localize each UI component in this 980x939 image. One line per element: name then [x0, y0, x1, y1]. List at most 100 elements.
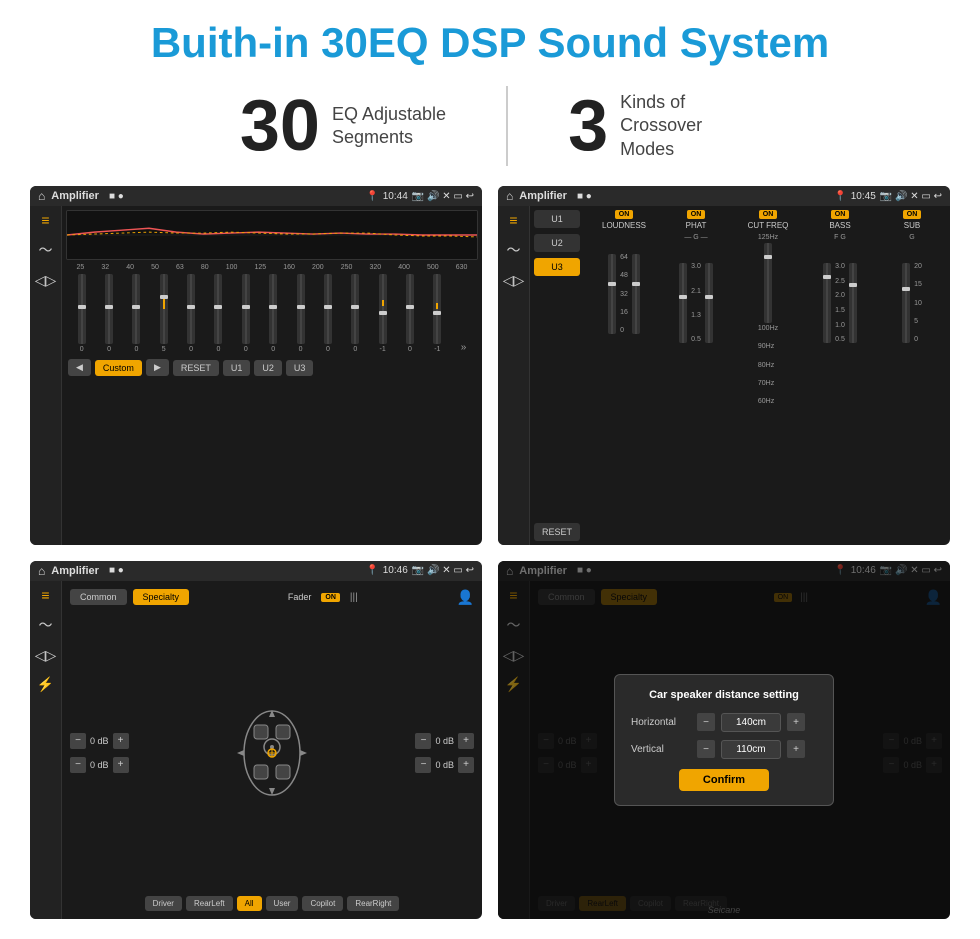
- eq-slider-13[interactable]: [406, 274, 414, 344]
- db-value-rr: 0 dB: [435, 760, 454, 770]
- preset-u3[interactable]: U3: [534, 258, 580, 276]
- u3-button[interactable]: U3: [286, 360, 314, 376]
- preset-u1[interactable]: U1: [534, 210, 580, 228]
- sub-sliders: 20151050: [902, 243, 922, 343]
- sub-slider[interactable]: [902, 263, 910, 343]
- volume-icon[interactable]: ◁▷: [35, 272, 57, 289]
- screen3-right-icons: 📍 10:46 📷 🔊 ✕ ▭ ↩: [366, 565, 474, 576]
- distance-dialog: Car speaker distance setting Horizontal …: [614, 674, 834, 806]
- eq-slider-4[interactable]: [160, 274, 168, 344]
- eq-slider-12[interactable]: [379, 274, 387, 344]
- wave-icon-2[interactable]: 〜: [507, 240, 521, 260]
- wave-icon-3[interactable]: 〜: [39, 615, 53, 635]
- vertical-minus[interactable]: −: [697, 740, 715, 758]
- dialog-title: Car speaker distance setting: [631, 689, 817, 701]
- volume-icon-3[interactable]: ◁▷: [35, 647, 57, 664]
- horizontal-plus[interactable]: +: [787, 713, 805, 731]
- spk-user[interactable]: User: [266, 896, 299, 911]
- phat-sliders: 3.02.11.30.5: [679, 243, 713, 343]
- spk-driver[interactable]: Driver: [145, 896, 182, 911]
- preset-u2[interactable]: U2: [534, 234, 580, 252]
- db-minus-rl[interactable]: −: [70, 757, 86, 773]
- cutfreq-slider[interactable]: [764, 243, 772, 323]
- vertical-label: Vertical: [631, 744, 691, 755]
- db-minus-rr[interactable]: −: [415, 757, 431, 773]
- u1-button[interactable]: U1: [223, 360, 251, 376]
- eq-slider-11[interactable]: [351, 274, 359, 344]
- right-db-controls: − 0 dB + − 0 dB +: [415, 733, 474, 773]
- screen3-statusbar: ⌂ Amplifier ■ ● 📍 10:46 📷 🔊 ✕ ▭ ↩: [30, 561, 482, 581]
- eq-icon-3[interactable]: ≡: [41, 587, 49, 603]
- reset-btn-2[interactable]: RESET: [534, 523, 580, 541]
- eq-slider-5[interactable]: [187, 274, 195, 344]
- phat-slider-l[interactable]: [679, 263, 687, 343]
- page-title: Buith-in 30EQ DSP Sound System: [151, 20, 829, 66]
- screen1-icons: ■ ●: [109, 191, 124, 202]
- eq-slider-7[interactable]: [242, 274, 250, 344]
- spk-rearleft[interactable]: RearLeft: [186, 896, 233, 911]
- home-icon-2[interactable]: ⌂: [506, 189, 513, 203]
- person-icon: 👤: [457, 589, 474, 606]
- eq-slider-3[interactable]: [132, 274, 140, 344]
- prev-button[interactable]: ◀: [68, 359, 91, 376]
- cutfreq-on: ON: [759, 210, 778, 219]
- db-minus-fr[interactable]: −: [415, 733, 431, 749]
- db-plus-fr[interactable]: +: [458, 733, 474, 749]
- db-minus-fl[interactable]: −: [70, 733, 86, 749]
- custom-button[interactable]: Custom: [95, 360, 142, 376]
- screen-eq: ⌂ Amplifier ■ ● 📍 10:44 📷 🔊 ✕ ▭ ↩ ≡ 〜 ◁▷: [30, 186, 482, 544]
- eq-slider-8[interactable]: [269, 274, 277, 344]
- screen1-statusbar: ⌂ Amplifier ■ ● 📍 10:44 📷 🔊 ✕ ▭ ↩: [30, 186, 482, 206]
- phat-slider-r[interactable]: [705, 263, 713, 343]
- vertical-plus[interactable]: +: [787, 740, 805, 758]
- eq-icon-2[interactable]: ≡: [509, 212, 517, 228]
- spk-rearright[interactable]: RearRight: [347, 896, 399, 911]
- db-plus-fl[interactable]: +: [113, 733, 129, 749]
- eq-slider-9[interactable]: [297, 274, 305, 344]
- eq-slider-6[interactable]: [214, 274, 222, 344]
- screen-dialog: ⌂ Amplifier ■ ● 📍 10:46 📷 🔊 ✕ ▭ ↩ ≡ 〜 ◁▷…: [498, 561, 950, 919]
- bass-slider-r[interactable]: [849, 263, 857, 343]
- loudness-slider-r[interactable]: [632, 254, 640, 334]
- confirm-button[interactable]: Confirm: [679, 769, 769, 791]
- cutfreq-label: CUT FREQ: [748, 221, 789, 230]
- loudness-slider-l[interactable]: [608, 254, 616, 334]
- home-icon[interactable]: ⌂: [38, 189, 45, 203]
- sub-section: ON SUB G 20151050: [878, 210, 946, 540]
- screen2-statusbar: ⌂ Amplifier ■ ● 📍 10:45 📷 🔊 ✕ ▭ ↩: [498, 186, 950, 206]
- speaker-select-buttons: Driver RearLeft All User Copilot RearRig…: [66, 892, 478, 915]
- wave-icon[interactable]: 〜: [39, 240, 53, 260]
- screen3-body: ≡ 〜 ◁▷ ⚡ Common Specialty Fader ON ||| 👤: [30, 581, 482, 919]
- home-icon-3[interactable]: ⌂: [38, 564, 45, 578]
- u2-button[interactable]: U2: [254, 360, 282, 376]
- eq-icon[interactable]: ≡: [41, 212, 49, 228]
- car-diagram-area: [135, 705, 410, 800]
- bass-slider-l[interactable]: [823, 263, 831, 343]
- horizontal-minus[interactable]: −: [697, 713, 715, 731]
- db-plus-rr[interactable]: +: [458, 757, 474, 773]
- tab-common[interactable]: Common: [70, 589, 127, 605]
- db-row-3: − 0 dB +: [415, 733, 474, 749]
- tab-specialty[interactable]: Specialty: [133, 589, 190, 605]
- dialog-confirm-area: Confirm: [631, 769, 817, 791]
- stat2-text: Kinds of Crossover Modes: [620, 91, 740, 161]
- screen2-title: Amplifier: [519, 190, 567, 202]
- screen3-main: Common Specialty Fader ON ||| 👤 −: [62, 581, 482, 919]
- db-plus-rl[interactable]: +: [113, 757, 129, 773]
- eq-sliders: 0 0: [66, 273, 478, 353]
- stats-row: 30 EQ Adjustable Segments 3 Kinds of Cro…: [30, 86, 950, 166]
- eq-slider-1[interactable]: [78, 274, 86, 344]
- spk-copilot[interactable]: Copilot: [302, 896, 343, 911]
- bt-icon[interactable]: ⚡: [37, 676, 54, 693]
- eq-slider-10[interactable]: [324, 274, 332, 344]
- volume-icon-2[interactable]: ◁▷: [503, 272, 525, 289]
- spk-all[interactable]: All: [237, 896, 262, 911]
- eq-slider-2[interactable]: [105, 274, 113, 344]
- left-db-controls: − 0 dB + − 0 dB +: [70, 733, 129, 773]
- eq-slider-14[interactable]: [433, 274, 441, 344]
- screen1-side-panel: ≡ 〜 ◁▷: [30, 206, 62, 544]
- phat-section: ON PHAT — G — 3.02.11.30.5: [662, 210, 730, 540]
- db-row-4: − 0 dB +: [415, 757, 474, 773]
- play-button[interactable]: ▶: [146, 359, 169, 376]
- reset-button[interactable]: RESET: [173, 360, 219, 376]
